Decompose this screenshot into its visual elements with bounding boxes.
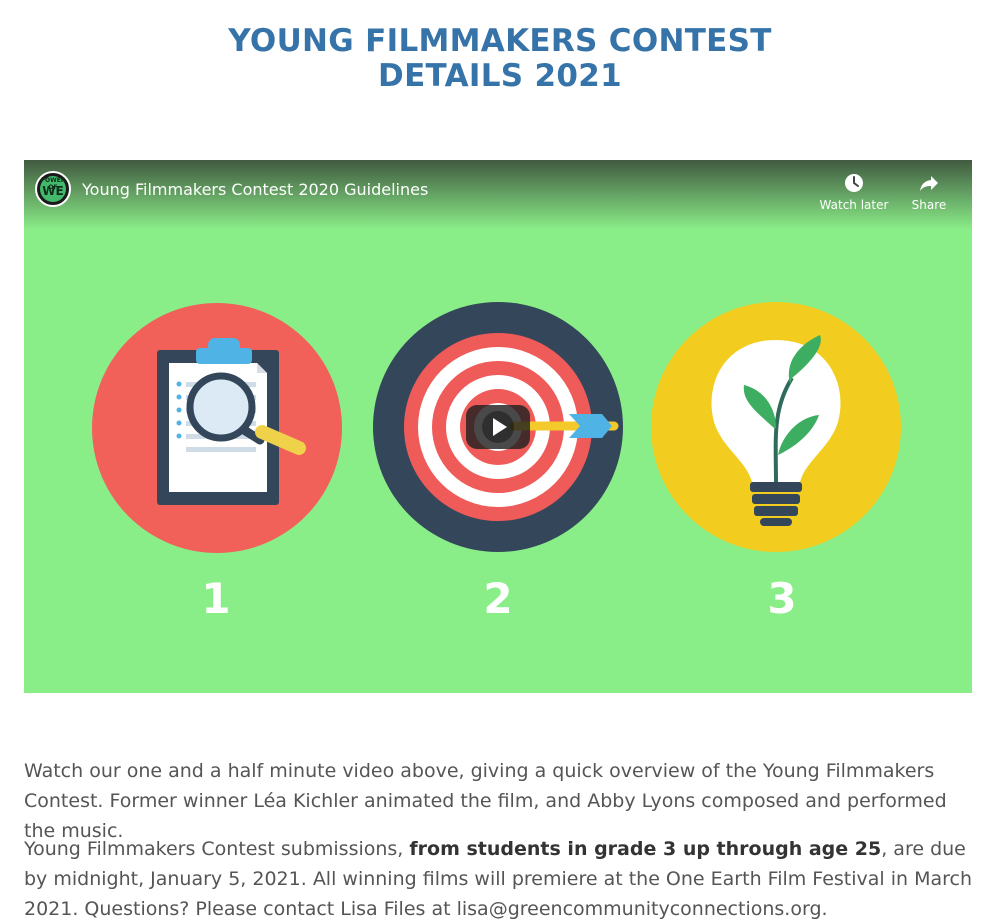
clock-icon (845, 174, 863, 192)
clipboard-magnifier-icon (92, 303, 342, 553)
video-player[interactable]: POWER OF WE Young Filmmakers Contest 202… (24, 160, 972, 693)
share-arrow-icon (920, 176, 938, 191)
lightbulb-plant-icon (651, 302, 901, 552)
contact-email-link[interactable]: lisa@greencommunityconnections.org (457, 898, 822, 920)
eligibility-text: from students in grade 3 up through age … (409, 838, 882, 860)
share-label: Share (911, 198, 947, 212)
channel-logo[interactable]: POWER OF WE (35, 171, 71, 207)
play-button[interactable] (466, 405, 530, 449)
submission-text-end: . (821, 898, 828, 920)
submission-paragraph: Young Filmmakers Contest submissions, fr… (24, 834, 974, 924)
intro-paragraph: Watch our one and a half minute video ab… (24, 760, 947, 842)
watch-later-label: Watch later (819, 198, 889, 212)
play-icon (482, 411, 514, 443)
page-title: YOUNG FILMMAKERS CONTEST DETAILS 2021 (0, 24, 1000, 94)
page-title-line-2: DETAILS 2021 (378, 58, 622, 94)
channel-logo-text-main: WE (42, 184, 64, 198)
share-button[interactable]: Share (904, 172, 954, 212)
page-title-line-1: YOUNG FILMMAKERS CONTEST (228, 23, 772, 59)
step-number-2: 2 (483, 574, 513, 623)
step-number-1: 1 (201, 574, 231, 623)
video-title[interactable]: Young Filmmakers Contest 2020 Guidelines (82, 180, 428, 199)
watch-later-button[interactable]: Watch later (816, 172, 892, 212)
step-number-3: 3 (767, 574, 797, 623)
submission-text-start: Young Filmmakers Contest submissions, (24, 838, 410, 860)
